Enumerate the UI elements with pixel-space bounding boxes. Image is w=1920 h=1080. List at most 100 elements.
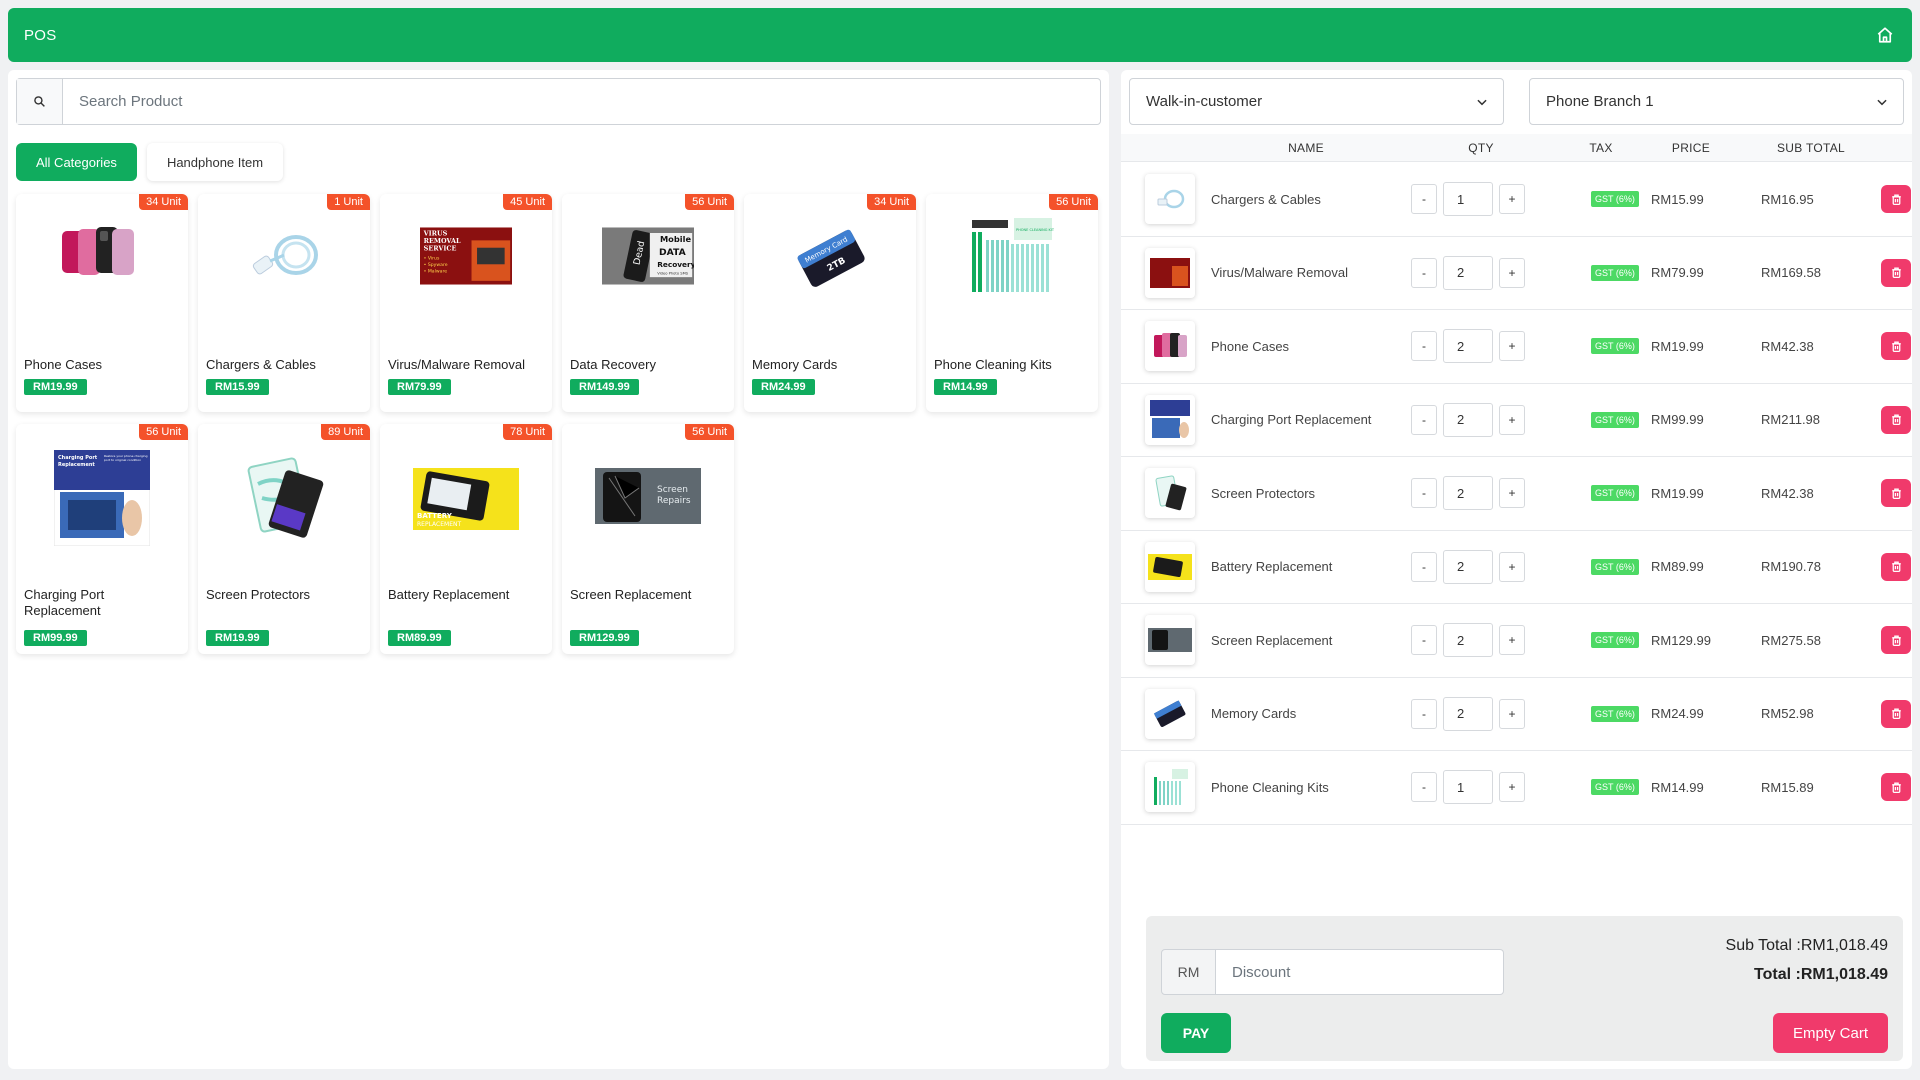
customer-select-value: Walk-in-customer [1146,93,1263,110]
qty-decrease-button[interactable]: - [1411,257,1437,288]
delete-item-button[interactable] [1881,699,1911,728]
trash-icon [1891,267,1901,279]
qty-decrease-button[interactable]: - [1411,404,1437,435]
qty-increase-button[interactable]: + [1499,478,1525,509]
qty-decrease-button[interactable]: - [1411,331,1437,362]
cart-item-price: RM19.99 [1651,338,1704,354]
product-card[interactable]: 34 Unit Memory Card 2TB Memory Cards RM2… [744,194,916,412]
empty-cart-button[interactable]: Empty Cart [1773,1013,1888,1053]
product-price: RM129.99 [570,630,639,646]
product-price: RM89.99 [388,630,451,646]
qty-input[interactable]: 2 [1443,255,1493,290]
image-text: Mobile [660,234,691,244]
image-text: Replacement [58,462,95,468]
product-card[interactable]: 56 Unit Mobile DATA Recovery Dead Video … [562,194,734,412]
qty-decrease-button[interactable]: - [1411,551,1437,582]
qty-decrease-button[interactable]: - [1411,625,1437,656]
pay-button[interactable]: PAY [1161,1013,1231,1053]
cart-item-subtotal: RM42.38 [1761,338,1814,354]
trash-icon [1891,708,1901,720]
qty-increase-button[interactable]: + [1499,184,1525,215]
qty-input[interactable]: 2 [1443,329,1493,364]
trash-icon [1891,414,1901,426]
home-icon[interactable] [1874,24,1896,46]
delete-item-button[interactable] [1881,185,1911,214]
delete-item-button[interactable] [1881,479,1911,508]
qty-decrease-button[interactable]: - [1411,698,1437,729]
cart-row: Screen Replacement - 2 + GST (6%) RM129.… [1121,604,1912,678]
cart-item-price: RM19.99 [1651,485,1704,501]
qty-increase-button[interactable]: + [1499,551,1525,582]
tax-badge: GST (6%) [1591,632,1639,649]
cart-panel: Walk-in-customer Phone Branch 1 NAME QTY… [1121,70,1912,1069]
image-text: Repairs [657,496,691,506]
search-input[interactable] [63,79,1100,124]
top-bar: POS [8,8,1912,62]
stock-badge: 34 Unit [867,194,916,210]
qty-increase-button[interactable]: + [1499,772,1525,803]
qty-input[interactable]: 2 [1443,476,1493,511]
tax-badge: GST (6%) [1591,338,1639,355]
product-card[interactable]: 1 Unit Chargers & Cables RM15.99 [198,194,370,412]
header-name: NAME [1288,140,1324,155]
cart-item-thumbnail [1145,394,1195,445]
qty-input[interactable]: 1 [1443,182,1493,217]
delete-item-button[interactable] [1881,552,1911,581]
qty-input[interactable]: 2 [1443,549,1493,584]
quantity-stepper: - 2 + [1411,623,1571,658]
delete-item-button[interactable] [1881,405,1911,434]
image-text: Recovery [657,260,694,269]
product-card[interactable]: 78 Unit BATTERY REPLACEMENT Battery Repl… [380,424,552,654]
search-icon[interactable] [17,79,63,124]
product-card[interactable]: 89 Unit Screen Protectors RM19.99 [198,424,370,654]
cart-selects: Walk-in-customer Phone Branch 1 [1129,78,1904,125]
product-card[interactable]: 56 Unit Screen Repairs Screen Replacemen… [562,424,734,654]
quantity-stepper: - 2 + [1411,549,1571,584]
delete-item-button[interactable] [1881,258,1911,287]
delete-item-button[interactable] [1881,332,1911,361]
image-text: Restore your phone charging port to orig… [104,454,148,462]
delete-item-button[interactable] [1881,626,1911,655]
cart-item-price: RM99.99 [1651,412,1704,428]
cart-item-name: Memory Cards [1211,706,1297,722]
category-all[interactable]: All Categories [16,143,137,181]
qty-input[interactable]: 2 [1443,623,1493,658]
cart-row: Screen Protectors - 2 + GST (6%) RM19.99… [1121,457,1912,531]
product-card[interactable]: 56 Unit Charging Port Replacement Restor… [16,424,188,654]
product-name: Chargers & Cables [206,357,316,372]
branch-select[interactable]: Phone Branch 1 [1529,78,1904,125]
product-image: VIRUS REMOVAL SERVICE • Virus • Spyware … [420,218,512,294]
tax-badge: GST (6%) [1591,779,1639,796]
image-text: • Spyware [424,262,448,268]
qty-increase-button[interactable]: + [1499,331,1525,362]
category-handphone-item[interactable]: Handphone Item [146,143,284,181]
cart-row: Phone Cleaning Kits - 1 + GST (6%) RM14.… [1121,751,1912,825]
qty-increase-button[interactable]: + [1499,698,1525,729]
qty-input[interactable]: 2 [1443,696,1493,731]
delete-item-button[interactable] [1881,773,1911,802]
cart-item-thumbnail [1145,247,1195,298]
product-card[interactable]: 45 Unit VIRUS REMOVAL SERVICE • Virus • … [380,194,552,412]
product-card[interactable]: 56 Unit PHONE CLEANING KIT Phone Cleanin… [926,194,1098,412]
qty-increase-button[interactable]: + [1499,625,1525,656]
tax-badge: GST (6%) [1591,411,1639,428]
qty-increase-button[interactable]: + [1499,404,1525,435]
cart-item-subtotal: RM211.98 [1761,412,1821,428]
cart-item-name: Phone Cleaning Kits [1211,779,1329,795]
cart-row: Phone Cases - 2 + GST (6%) RM19.99 RM42.… [1121,310,1912,384]
stock-badge: 1 Unit [327,194,370,210]
customer-select[interactable]: Walk-in-customer [1129,78,1504,125]
product-card[interactable]: 34 Unit Phone Cases RM19.99 [16,194,188,412]
tax-badge: GST (6%) [1591,705,1639,722]
qty-input[interactable]: 2 [1443,402,1493,437]
cart-row: Memory Cards - 2 + GST (6%) RM24.99 RM52… [1121,678,1912,751]
qty-decrease-button[interactable]: - [1411,184,1437,215]
product-image: BATTERY REPLACEMENT [413,468,519,530]
discount-input[interactable] [1216,949,1504,995]
qty-decrease-button[interactable]: - [1411,478,1437,509]
qty-increase-button[interactable]: + [1499,257,1525,288]
trash-icon [1891,782,1901,793]
qty-input[interactable]: 1 [1443,770,1493,805]
qty-decrease-button[interactable]: - [1411,772,1437,803]
cart-item-thumbnail [1145,541,1195,592]
